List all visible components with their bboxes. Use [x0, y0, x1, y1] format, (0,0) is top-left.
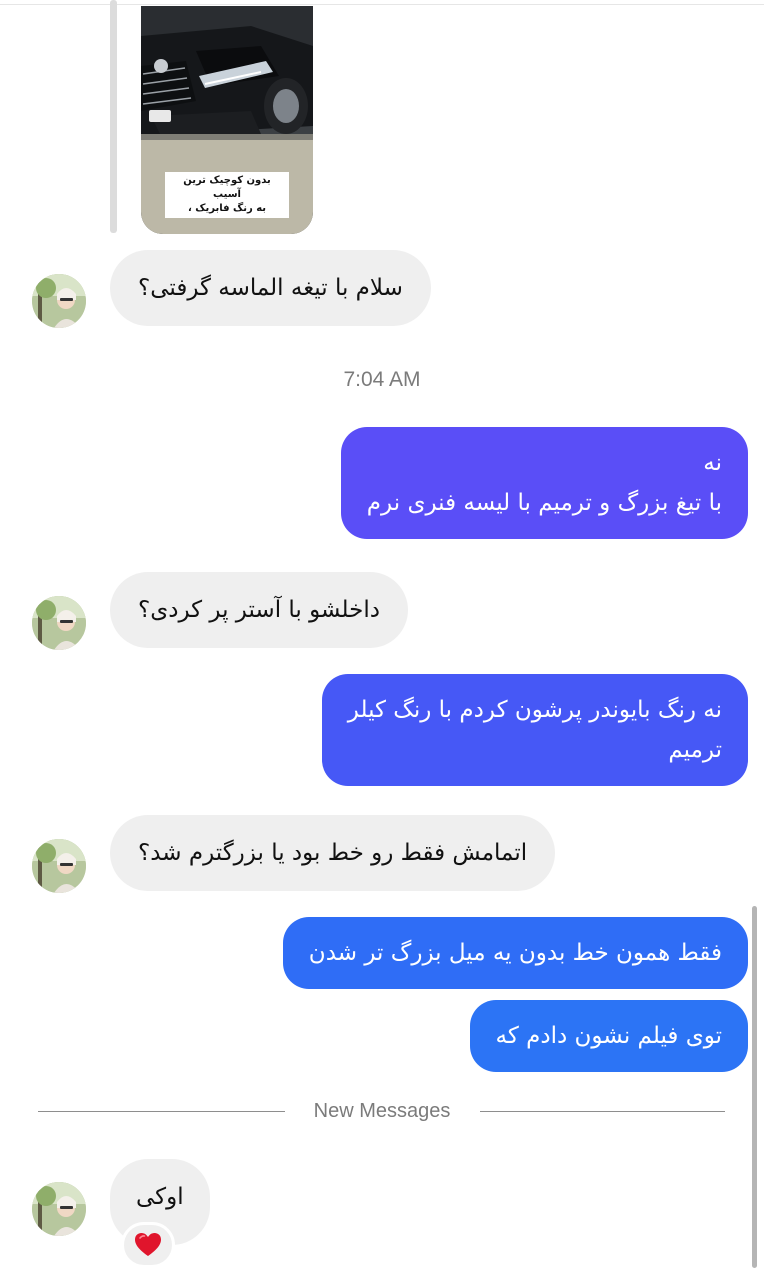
- sender-avatar[interactable]: [32, 274, 86, 328]
- message-text-line: نه رنگ بایوندر پرشون کردم با رنگ کیلر: [347, 697, 722, 723]
- outgoing-message-bubble[interactable]: نه با تیغ بزرگ و ترمیم با لیسه فنری نرم: [340, 427, 748, 539]
- avatar-photo: [32, 274, 86, 328]
- message-text: سلام با تیغه الماسه گرفتی؟: [138, 275, 403, 301]
- message-text: اوکی: [136, 1184, 184, 1210]
- message-text: داخلشو با آستر پر کردی؟: [138, 597, 380, 623]
- incoming-message-bubble[interactable]: اتمامش فقط رو خط بود یا بزرگترم شد؟: [110, 815, 556, 891]
- message-text: توی فیلم نشون دادم که: [495, 1023, 722, 1049]
- post-caption-line2: به رنگ فابریک ،: [187, 203, 267, 214]
- reply-indicator-bar: [110, 0, 117, 233]
- message-text-line: نه: [703, 450, 722, 476]
- post-caption-line1: بدون کوچیک ترین آسیب: [183, 175, 271, 200]
- message-text-line: ترمیم: [668, 737, 722, 763]
- new-messages-divider-label: New Messages: [313, 1100, 451, 1122]
- post-caption: بدون کوچیک ترین آسیب به رنگ فابریک ،: [165, 172, 289, 218]
- outgoing-message-bubble[interactable]: توی فیلم نشون دادم که: [469, 1000, 748, 1072]
- outgoing-message-bubble[interactable]: فقط همون خط بدون یه میل بزرگ تر شدن: [282, 917, 748, 989]
- outgoing-message-bubble[interactable]: نه رنگ بایوندر پرشون کردم با رنگ کیلر تر…: [321, 674, 748, 786]
- avatar-photo: [32, 596, 86, 650]
- heart-icon: [135, 1233, 161, 1256]
- sender-avatar[interactable]: [32, 596, 86, 650]
- scrollbar[interactable]: [752, 906, 757, 1268]
- message-text: فقط همون خط بدون یه میل بزرگ تر شدن: [308, 940, 722, 966]
- message-timestamp: 7:04 AM: [343, 368, 421, 391]
- chat-screen: بدون کوچیک ترین آسیب به رنگ فابریک ، سلا…: [0, 0, 764, 1280]
- avatar-photo: [32, 1182, 86, 1236]
- reaction-badge[interactable]: [121, 1222, 175, 1268]
- message-text: اتمامش فقط رو خط بود یا بزرگترم شد؟: [138, 840, 528, 866]
- shared-post-thumbnail[interactable]: بدون کوچیک ترین آسیب به رنگ فابریک ،: [141, 6, 313, 234]
- avatar-photo: [32, 839, 86, 893]
- incoming-message-bubble[interactable]: داخلشو با آستر پر کردی؟: [110, 572, 408, 648]
- message-text-line: با تیغ بزرگ و ترمیم با لیسه فنری نرم: [366, 490, 722, 516]
- sender-avatar[interactable]: [32, 1182, 86, 1236]
- incoming-message-bubble[interactable]: سلام با تیغه الماسه گرفتی؟: [110, 250, 431, 326]
- sender-avatar[interactable]: [32, 839, 86, 893]
